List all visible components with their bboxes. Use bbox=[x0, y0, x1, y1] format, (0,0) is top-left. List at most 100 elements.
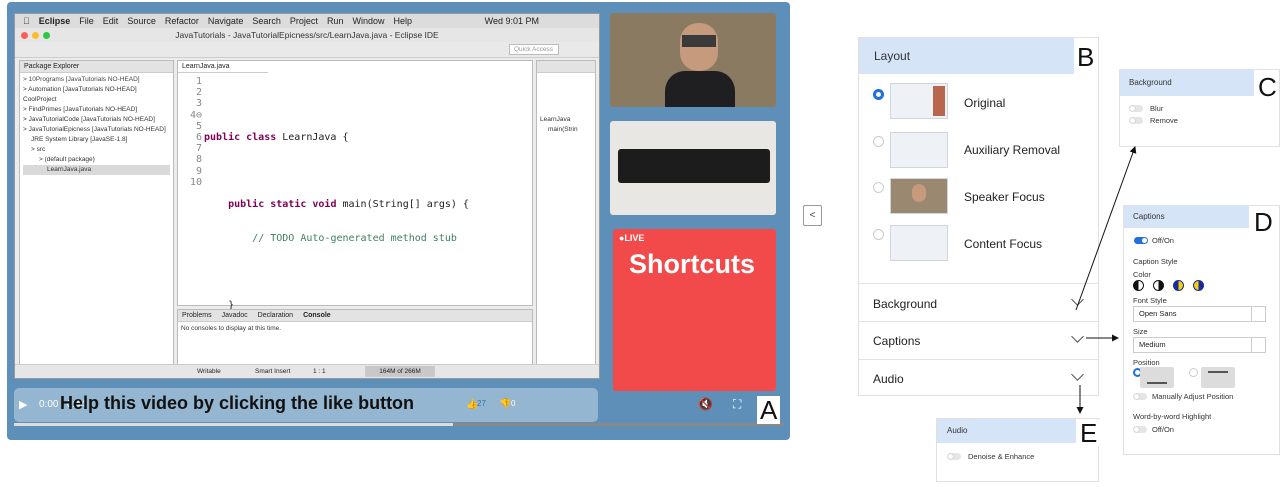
blur-label: Blur bbox=[1150, 104, 1164, 113]
caption-style-heading: Caption Style bbox=[1133, 257, 1178, 266]
keyboard-video-thumbnail bbox=[610, 121, 776, 215]
collapse-sidebar-button[interactable]: < bbox=[803, 205, 822, 226]
tab-problems[interactable]: Problems bbox=[182, 310, 212, 321]
layout-thumb-auxiliary bbox=[890, 132, 948, 168]
editor-tab[interactable]: LearnJava.java bbox=[178, 61, 268, 73]
tab-console[interactable]: Console bbox=[303, 310, 331, 321]
chevron-down-icon bbox=[1071, 293, 1084, 306]
play-icon[interactable]: ▶ bbox=[19, 398, 27, 411]
layout-option-content[interactable]: Content Focus bbox=[964, 237, 1042, 251]
eclipse-ide-window:  Eclipse File Edit Source Refactor Navi… bbox=[14, 13, 600, 379]
tree-item: > JavaTutorialCode [JavaTutorials NO-HEA… bbox=[23, 116, 155, 123]
package-explorer-title: Package Explorer bbox=[20, 61, 173, 73]
captions-toggle[interactable] bbox=[1134, 237, 1148, 244]
code-editor[interactable]: LearnJava.java 1 2 3 4⊖ 5 6 7 8 9 10 pub… bbox=[177, 60, 533, 378]
manual-position-toggle[interactable] bbox=[1133, 393, 1147, 400]
like-count: 27 bbox=[477, 399, 486, 408]
section-captions[interactable]: Captions bbox=[859, 321, 1098, 359]
status-writable: Writable bbox=[197, 368, 221, 375]
code-keyword: public static void bbox=[228, 199, 337, 211]
layout-option-speaker[interactable]: Speaker Focus bbox=[964, 190, 1045, 204]
tab-declaration[interactable]: Declaration bbox=[258, 310, 293, 321]
clock: Wed 9:01 PM bbox=[484, 16, 539, 26]
menu-refactor: Refactor bbox=[158, 16, 199, 26]
outline-item: LearnJava bbox=[540, 116, 571, 123]
layout-option-auxiliary[interactable]: Auxiliary Removal bbox=[964, 143, 1060, 157]
font-style-select[interactable]: Open Sans bbox=[1133, 306, 1266, 322]
line-number: 9 bbox=[195, 165, 202, 177]
heap-status: 164M of 266M bbox=[365, 366, 435, 377]
remove-toggle[interactable] bbox=[1129, 117, 1143, 124]
tree-item: LearnJava.java bbox=[23, 165, 170, 175]
tree-item: > JavaTutorialEpicness [JavaTutorials NO… bbox=[23, 126, 166, 133]
captions-toggle-label: Off/On bbox=[1152, 236, 1174, 245]
denoise-toggle[interactable] bbox=[947, 453, 961, 460]
tree-item: CoolProject bbox=[23, 96, 57, 103]
tree-item: > FindPrimes [JavaTutorials NO-HEAD] bbox=[23, 106, 138, 113]
section-background[interactable]: Background bbox=[859, 283, 1098, 321]
color-label: Color bbox=[1133, 270, 1151, 279]
menu-help: Help bbox=[386, 16, 412, 26]
outline-panel: LearnJava main(Strin bbox=[536, 60, 596, 366]
wbw-toggle-label: Off/On bbox=[1152, 425, 1174, 434]
menu-search: Search bbox=[245, 16, 281, 26]
label-d: D bbox=[1252, 207, 1275, 237]
keyboard-image bbox=[618, 149, 770, 183]
audio-panel: Audio Denoise & Enhance bbox=[936, 418, 1099, 482]
menu-run: Run bbox=[320, 16, 344, 26]
size-select[interactable]: Medium bbox=[1133, 337, 1266, 353]
live-badge: ●LIVE bbox=[619, 233, 645, 243]
tab-javadoc[interactable]: Javadoc bbox=[222, 310, 248, 321]
code-comment: // TODO Auto-generated method stub bbox=[252, 232, 457, 244]
layout-radio-content[interactable] bbox=[873, 229, 884, 240]
font-style-label: Font Style bbox=[1133, 296, 1167, 305]
layout-option-original[interactable]: Original bbox=[964, 96, 1005, 110]
blur-toggle[interactable] bbox=[1129, 105, 1143, 112]
wbw-toggle[interactable] bbox=[1133, 426, 1147, 433]
dislike-count: 0 bbox=[511, 399, 516, 408]
layout-thumb-speaker bbox=[890, 178, 948, 214]
position-bottom-preview[interactable] bbox=[1140, 367, 1174, 388]
window-title: JavaTutorials - JavaTutorialEpicness/src… bbox=[175, 30, 439, 40]
fullscreen-icon[interactable]: ⛶ bbox=[733, 397, 741, 412]
console-panel: Problems Javadoc Declaration Console No … bbox=[177, 309, 533, 366]
layout-radio-auxiliary[interactable] bbox=[873, 136, 884, 147]
menu-project: Project bbox=[283, 16, 318, 26]
speaker-video-thumbnail bbox=[610, 13, 776, 107]
outline-item: main(Strin bbox=[548, 126, 578, 133]
layout-radio-speaker[interactable] bbox=[873, 182, 884, 193]
color-swatch[interactable] bbox=[1153, 280, 1164, 291]
denoise-label: Denoise & Enhance bbox=[968, 452, 1035, 461]
tree-item: > src bbox=[31, 146, 46, 153]
line-number: 8 bbox=[195, 154, 202, 166]
tree-item: > Automation [JavaTutorials NO-HEAD] bbox=[23, 86, 137, 93]
mute-icon[interactable]: 🔇 bbox=[698, 397, 713, 411]
layout-thumb-original bbox=[890, 83, 948, 119]
ide-toolbar: Quick Access bbox=[15, 42, 599, 58]
line-number: 2 bbox=[195, 87, 202, 99]
line-number: 3 bbox=[195, 98, 202, 110]
section-audio[interactable]: Audio bbox=[859, 359, 1098, 396]
color-swatch[interactable] bbox=[1173, 280, 1184, 291]
menu-eclipse: Eclipse bbox=[32, 16, 71, 26]
line-number: 1 bbox=[195, 76, 202, 87]
color-swatch[interactable] bbox=[1193, 280, 1204, 291]
position-label: Position bbox=[1133, 358, 1160, 367]
label-c: C bbox=[1256, 72, 1279, 102]
speaker-shirt bbox=[665, 71, 735, 107]
tree-item: > 10Programs [JavaTutorials NO-HEAD] bbox=[23, 76, 140, 83]
package-explorer-panel: Package Explorer > 10Programs [JavaTutor… bbox=[19, 60, 174, 366]
audio-header: Audio bbox=[937, 419, 1076, 443]
tree-item: > (default package) bbox=[39, 156, 95, 163]
chevron-down-icon bbox=[1071, 368, 1084, 381]
dislike-button[interactable]: 👎 bbox=[499, 399, 511, 410]
layout-radio-original[interactable] bbox=[873, 89, 884, 100]
code-keyword: public class bbox=[204, 132, 277, 144]
position-top-preview[interactable] bbox=[1201, 367, 1235, 388]
progress-bar[interactable] bbox=[14, 423, 784, 426]
console-message: No consoles to display at this time. bbox=[181, 325, 282, 332]
mac-menubar:  Eclipse File Edit Source Refactor Navi… bbox=[15, 14, 599, 28]
position-radio-top[interactable] bbox=[1189, 368, 1198, 377]
captions-panel: Captions Off/On Caption Style Color Font… bbox=[1123, 205, 1280, 455]
color-swatch[interactable] bbox=[1133, 280, 1144, 291]
